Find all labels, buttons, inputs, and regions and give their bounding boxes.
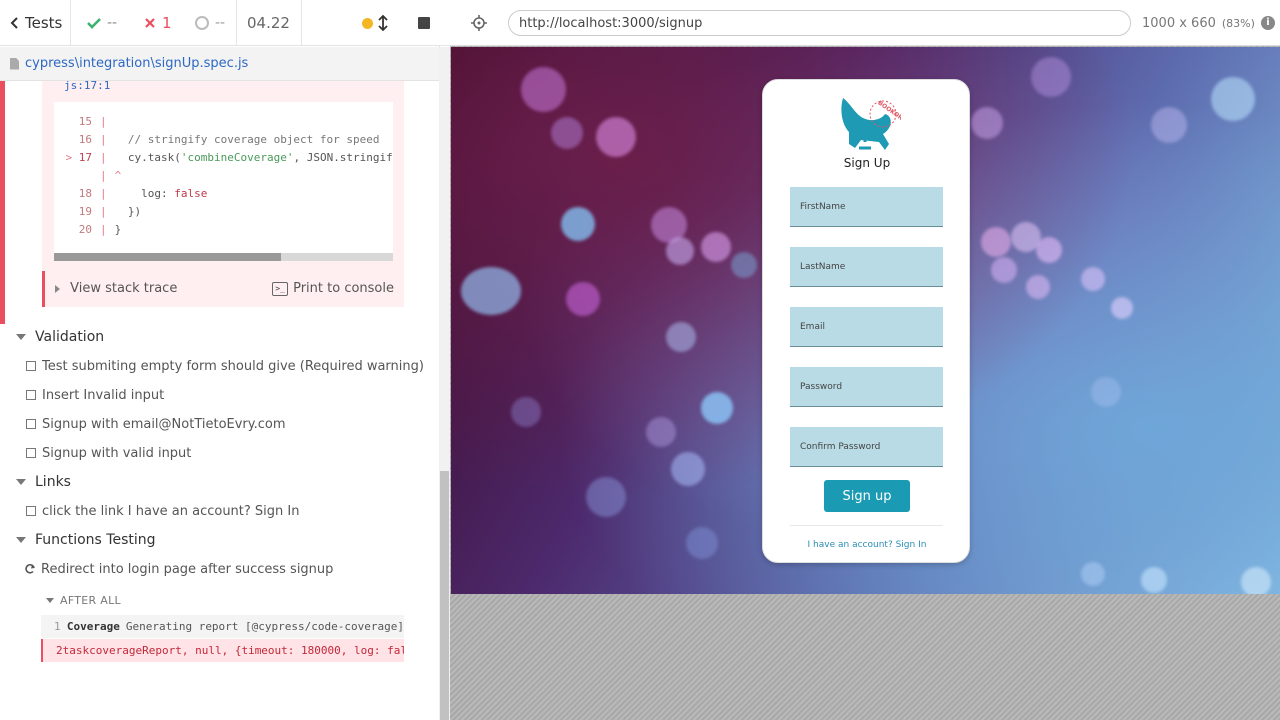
tests-back-button[interactable]: Tests (10, 0, 62, 46)
file-icon (10, 57, 19, 70)
passed-count: -- (86, 0, 117, 46)
crosshair-icon (471, 15, 487, 31)
running-dot-icon (362, 17, 373, 29)
reporter-header: Tests -- 1 -- 04.22 (0, 0, 450, 46)
divider (790, 525, 943, 526)
check-icon (87, 18, 101, 29)
after-all-hook[interactable]: AFTER ALL (46, 594, 121, 607)
signup-button[interactable]: Sign up (824, 480, 910, 512)
bookora-chair-logo: BOOKORA (841, 98, 901, 150)
running-indicator (362, 0, 373, 46)
pending-count: -- (194, 0, 225, 46)
url-bar[interactable]: http://localhost:3000/signup (508, 10, 1131, 36)
terminal-icon: >_ (272, 281, 289, 296)
auto-scroll-toggle[interactable] (378, 0, 388, 46)
email-input[interactable]: Email (790, 307, 943, 347)
error-panel: js:17:1 15 | 16 | // stringify coverage ob… (42, 81, 404, 307)
caret-down-icon (16, 334, 26, 340)
cross-icon (145, 18, 155, 28)
signup-card: BOOKORA Sign Up FirstName LastName Email… (762, 79, 970, 563)
runnables: js:17:1 15 | 16 | // stringify coverage ob… (0, 81, 438, 681)
spec-path: cypress\integration\signUp.spec.js (25, 56, 249, 71)
pending-checkbox-icon (26, 506, 36, 516)
failure-indicator (0, 81, 5, 324)
test-reporter: Tests -- 1 -- 04.22 cypress\integration\… (0, 0, 450, 720)
reporter-scrollbar[interactable] (439, 47, 450, 720)
browser-header: http://localhost:3000/signup 1000 x 660 … (450, 0, 1280, 46)
signin-link[interactable]: I have an account? Sign In (763, 540, 971, 550)
form-title: Sign Up (843, 156, 891, 170)
pending-circle-icon (195, 16, 209, 30)
pending-checkbox-icon (26, 361, 36, 371)
refresh-icon (25, 564, 35, 574)
stop-icon (418, 17, 430, 29)
caret-down-icon (46, 598, 54, 603)
confirm-password-input[interactable]: Confirm Password (790, 427, 943, 467)
code-frame: 15 | 16 | // stringify coverage object for… (54, 102, 393, 261)
selector-playground-button[interactable] (470, 14, 488, 36)
suite-functions-testing[interactable]: Functions Testing (16, 530, 156, 550)
caret-right-icon (55, 284, 60, 293)
lastname-input[interactable]: LastName (790, 247, 943, 287)
aut-stage: BOOKORA Sign Up FirstName LastName Email… (450, 46, 1280, 720)
pending-checkbox-icon (26, 390, 36, 400)
test-item[interactable]: Signup with email@NotTietoEvry.com (26, 414, 286, 434)
code-horizontal-scrollbar[interactable] (54, 253, 393, 261)
view-stack-trace-toggle[interactable]: View stack trace (55, 281, 177, 296)
test-item[interactable]: Test submiting empty form should give (R… (26, 356, 424, 376)
pending-checkbox-icon (26, 448, 36, 458)
command-row-failed[interactable]: 2 task coverageReport, null, {timeout: 1… (41, 639, 404, 662)
firstname-input[interactable]: FirstName (790, 187, 943, 227)
test-item[interactable]: Insert Invalid input (26, 385, 164, 405)
test-item[interactable]: click the link I have an account? Sign I… (26, 501, 300, 521)
suite-links[interactable]: Links (16, 472, 71, 492)
suite-validation[interactable]: Validation (16, 327, 104, 347)
chevron-left-icon (10, 17, 18, 29)
pending-checkbox-icon (26, 419, 36, 429)
failed-count: 1 (144, 0, 172, 46)
viewport-info[interactable]: 1000 x 660 (83%) i (1142, 0, 1275, 46)
stop-button[interactable] (418, 0, 430, 46)
caret-down-icon (16, 537, 26, 543)
app-under-test: BOOKORA Sign Up FirstName LastName Email… (451, 47, 1280, 594)
command-row[interactable]: 1 Coverage Generating report [@cypress/c… (41, 615, 404, 638)
test-item[interactable]: Signup with valid input (26, 443, 191, 463)
spec-file-bar[interactable]: cypress\integration\signUp.spec.js (0, 47, 440, 81)
tests-label: Tests (25, 14, 63, 32)
duration: 04.22 (247, 14, 290, 32)
info-icon: i (1260, 16, 1275, 30)
error-footer: View stack trace >_ Print to console (42, 271, 404, 307)
test-item-running[interactable]: Redirect into login page after success s… (24, 559, 333, 579)
print-to-console-button[interactable]: >_ Print to console (272, 281, 394, 296)
error-file-link[interactable]: js:17:1 (64, 81, 110, 92)
caret-down-icon (16, 479, 26, 485)
scroll-arrows-icon (378, 15, 388, 31)
password-input[interactable]: Password (790, 367, 943, 407)
